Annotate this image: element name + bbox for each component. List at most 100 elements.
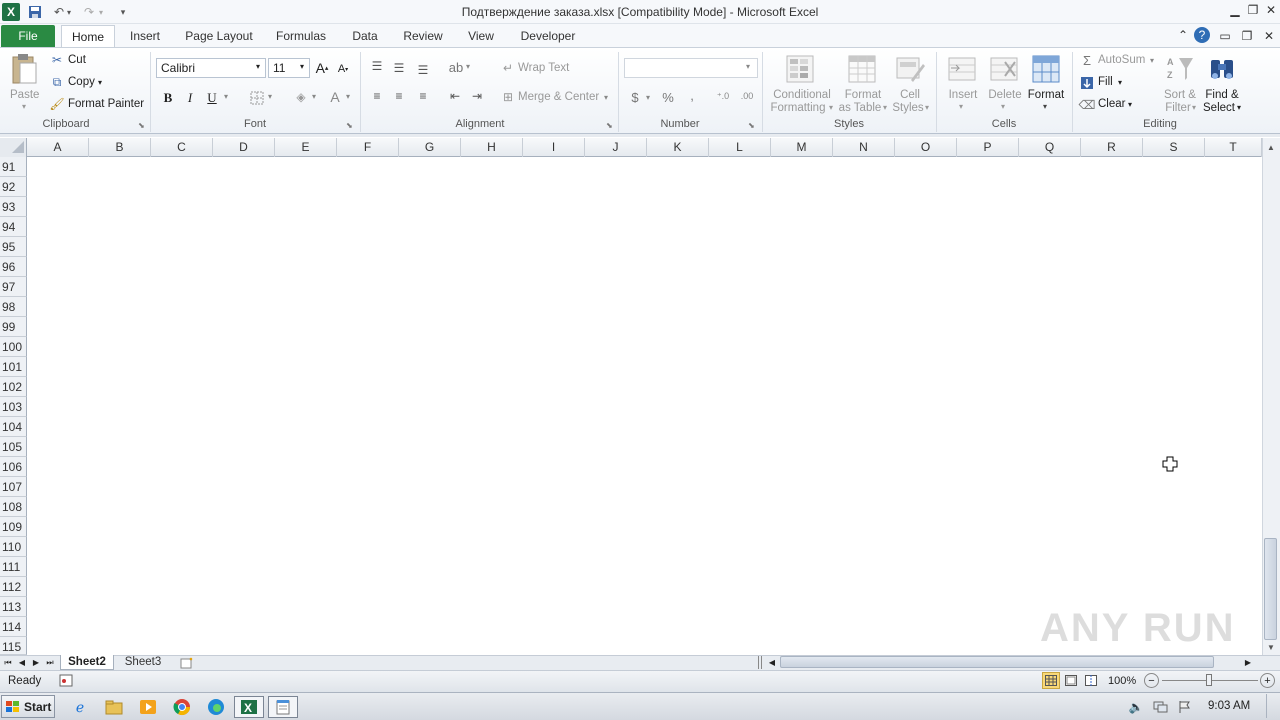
column-header-n[interactable]: N	[833, 138, 895, 157]
column-header-h[interactable]: H	[461, 138, 523, 157]
format-cells-button[interactable]: Format	[1026, 89, 1066, 101]
network-icon[interactable]	[1152, 699, 1168, 715]
format-as-table-label-1[interactable]: Format	[838, 89, 888, 101]
macro-record-icon[interactable]	[58, 673, 74, 688]
normal-view-icon[interactable]	[1042, 672, 1060, 689]
italic-icon[interactable]: I	[182, 90, 198, 106]
row-header[interactable]: 101	[0, 357, 27, 377]
sort-filter-label-2[interactable]: Filter	[1160, 102, 1196, 114]
scroll-up-icon[interactable]: ▲	[1263, 140, 1279, 154]
tab-data[interactable]: Data	[344, 25, 386, 48]
orientation-icon[interactable]: ab	[446, 58, 466, 76]
chrome-icon[interactable]	[168, 696, 196, 718]
sort-filter-icon[interactable]: AZ	[1164, 53, 1196, 85]
clear-icon[interactable]: ⌫	[1079, 98, 1096, 112]
row-header[interactable]: 115	[0, 637, 27, 655]
font-name-dropdown-icon[interactable]: ▾	[256, 62, 260, 71]
column-header-l[interactable]: L	[709, 138, 771, 157]
column-header-j[interactable]: J	[585, 138, 647, 157]
merge-center-icon[interactable]: ⊞	[500, 90, 516, 104]
select-all-button[interactable]	[0, 138, 27, 157]
column-header-a[interactable]: A	[27, 138, 89, 157]
paste-dropdown-icon[interactable]: ▾	[22, 102, 26, 111]
row-header[interactable]: 107	[0, 477, 27, 497]
conditional-formatting-icon[interactable]	[784, 53, 816, 85]
format-painter-button[interactable]: Format Painter	[68, 98, 144, 110]
cell-styles-icon[interactable]	[894, 53, 926, 85]
row-header[interactable]: 109	[0, 517, 27, 537]
sort-filter-dropdown-icon[interactable]: ▾	[1192, 103, 1196, 112]
row-header[interactable]: 105	[0, 437, 27, 457]
increase-decimal-icon[interactable]: ⁺.0	[712, 88, 734, 104]
column-header-q[interactable]: Q	[1019, 138, 1081, 157]
underline-icon[interactable]: U	[204, 90, 220, 106]
clipboard-launcher-icon[interactable]: ⬊	[138, 121, 145, 130]
conditional-formatting-dropdown-icon[interactable]: ▾	[829, 103, 833, 112]
autosum-button[interactable]: AutoSum	[1098, 54, 1145, 66]
cell-grid[interactable]	[27, 157, 1262, 655]
insert-cells-dropdown-icon[interactable]: ▾	[959, 102, 963, 111]
autosum-dropdown-icon[interactable]: ▾	[1150, 56, 1154, 65]
internet-explorer-icon[interactable]: ℯ	[66, 696, 94, 718]
tab-view[interactable]: View	[460, 25, 502, 48]
row-header[interactable]: 96	[0, 257, 27, 277]
format-painter-icon[interactable]: 🖌	[49, 97, 64, 111]
paste-icon[interactable]	[8, 52, 40, 86]
font-color-icon[interactable]: A	[326, 88, 344, 106]
number-launcher-icon[interactable]: ⬊	[748, 121, 755, 130]
tab-file[interactable]: File	[1, 25, 55, 47]
find-select-dropdown-icon[interactable]: ▾	[1237, 103, 1241, 112]
row-header[interactable]: 91	[0, 157, 27, 177]
fill-color-dropdown-icon[interactable]: ▾	[312, 92, 316, 101]
scroll-down-icon[interactable]: ▼	[1263, 640, 1279, 654]
font-size-dropdown-icon[interactable]: ▾	[300, 62, 304, 71]
row-header[interactable]: 97	[0, 277, 27, 297]
format-as-table-dropdown-icon[interactable]: ▾	[883, 103, 887, 112]
cut-button[interactable]: Cut	[68, 54, 86, 66]
row-header[interactable]: 111	[0, 557, 27, 577]
column-header-f[interactable]: F	[337, 138, 399, 157]
cell-styles-label-2[interactable]: Styles	[890, 102, 926, 114]
row-header[interactable]: 103	[0, 397, 27, 417]
workbook-close-icon[interactable]: ✕	[1260, 28, 1278, 44]
clear-button[interactable]: Clear	[1098, 98, 1125, 110]
scroll-left-icon[interactable]: ◀	[766, 656, 778, 669]
column-header-r[interactable]: R	[1081, 138, 1143, 157]
autosum-icon[interactable]: Σ	[1080, 53, 1094, 68]
align-right-icon[interactable]: ≡	[414, 88, 432, 104]
copy-button[interactable]: Copy	[68, 76, 95, 88]
currency-dropdown-icon[interactable]: ▾	[646, 93, 650, 102]
clear-dropdown-icon[interactable]: ▾	[1128, 100, 1132, 109]
action-center-flag-icon[interactable]	[1176, 699, 1192, 715]
fill-icon[interactable]	[1080, 76, 1094, 90]
minimize-icon[interactable]: ▁	[1226, 2, 1244, 18]
page-break-view-icon[interactable]	[1082, 672, 1100, 689]
tab-insert[interactable]: Insert	[122, 25, 168, 48]
row-header[interactable]: 110	[0, 537, 27, 557]
copy-icon[interactable]: ⧉	[50, 75, 64, 89]
increase-indent-icon[interactable]: ⇥	[468, 88, 486, 104]
row-header[interactable]: 106	[0, 457, 27, 477]
row-header[interactable]: 114	[0, 617, 27, 637]
copy-dropdown-icon[interactable]: ▾	[98, 78, 102, 87]
help-icon[interactable]: ?	[1194, 27, 1210, 43]
cell-styles-label-1[interactable]: Cell	[892, 89, 928, 101]
excel-taskbar-icon[interactable]: X	[234, 696, 264, 718]
sheet-tab-sheet3[interactable]: Sheet3	[116, 655, 170, 670]
conditional-formatting-label-2[interactable]: Formatting	[768, 102, 828, 114]
show-desktop-button[interactable]	[1266, 694, 1278, 718]
comma-style-icon[interactable]: ,	[686, 87, 698, 103]
paste-label[interactable]: Paste	[10, 89, 39, 101]
zoom-level[interactable]: 100%	[1108, 675, 1136, 687]
column-header-k[interactable]: K	[647, 138, 709, 157]
last-sheet-icon[interactable]: ⏭	[44, 656, 56, 669]
row-header[interactable]: 112	[0, 577, 27, 597]
align-top-icon[interactable]: ☰	[368, 58, 386, 74]
column-header-s[interactable]: S	[1143, 138, 1205, 157]
alignment-launcher-icon[interactable]: ⬊	[606, 121, 613, 130]
orientation-dropdown-icon[interactable]: ▾	[466, 62, 470, 71]
workbook-minimize-icon[interactable]: ▭	[1216, 28, 1234, 44]
row-header[interactable]: 104	[0, 417, 27, 437]
file-explorer-icon[interactable]	[100, 696, 128, 718]
page-layout-view-icon[interactable]	[1062, 672, 1080, 689]
